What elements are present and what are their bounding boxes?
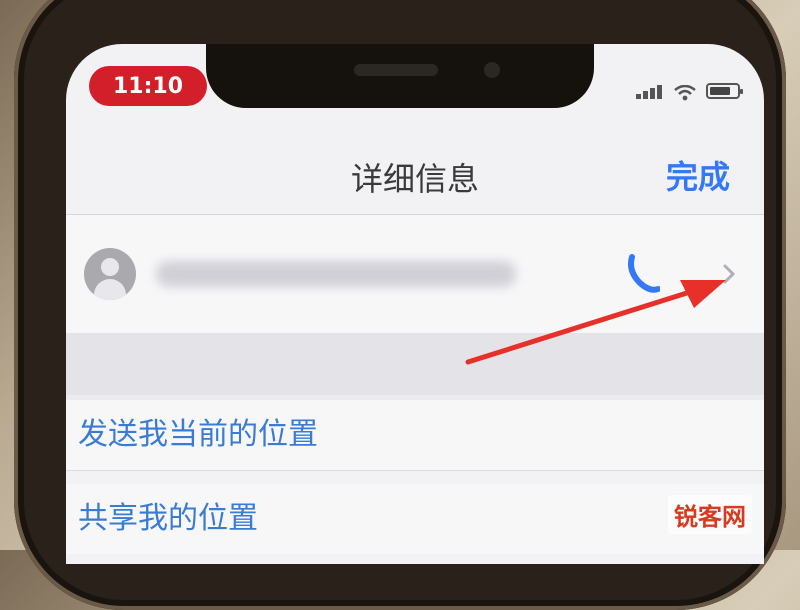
share-my-location-label: 共享我的位置 [78, 501, 258, 536]
done-button[interactable]: 完成 [666, 152, 730, 198]
status-time: 11:10 [89, 66, 207, 106]
send-current-location-item[interactable]: 发送我当前的位置 [66, 400, 764, 471]
wifi-icon [674, 85, 696, 101]
camera-notch [206, 44, 594, 108]
share-my-location-item[interactable]: 共享我的位置 [66, 484, 764, 554]
chevron-right-icon[interactable] [722, 263, 736, 289]
navigation-bar: 详细信息 完成 [66, 130, 764, 215]
section-separator [66, 333, 764, 395]
contact-number-blurred [156, 261, 516, 287]
phone-icon[interactable] [626, 253, 661, 297]
page-title: 详细信息 [350, 160, 479, 198]
battery-icon [706, 83, 743, 99]
send-current-location-label: 发送我当前的位置 [78, 417, 318, 452]
watermark-logo: 锐客网 [668, 495, 752, 534]
contact-avatar-icon [84, 248, 136, 300]
status-icons [636, 80, 743, 101]
contact-row[interactable] [66, 215, 764, 333]
signal-icon [636, 80, 664, 99]
